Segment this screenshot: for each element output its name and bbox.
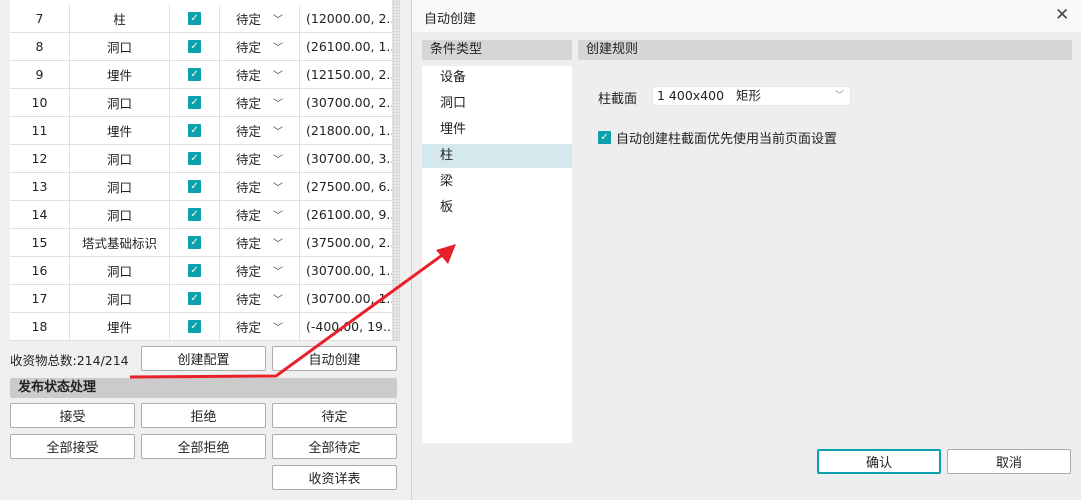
annotation-arrow bbox=[129, 244, 456, 379]
